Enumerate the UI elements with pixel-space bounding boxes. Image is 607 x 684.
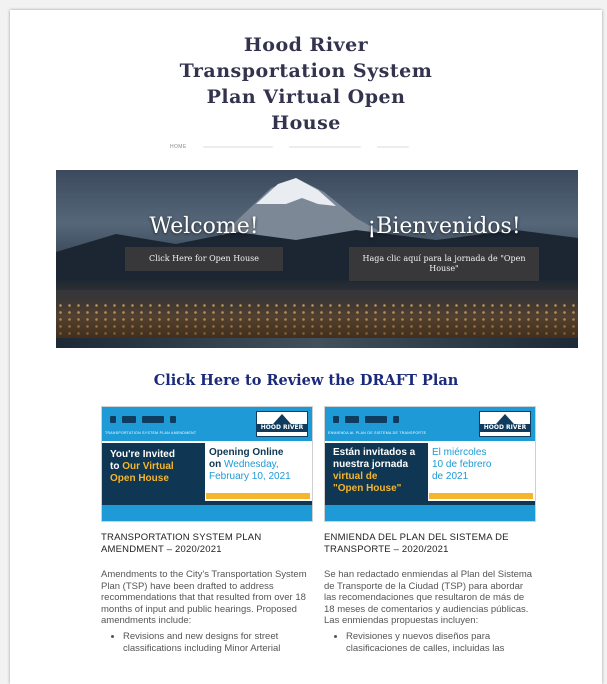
- hero-banner: Welcome! Click Here for Open House ¡Bien…: [56, 170, 578, 348]
- open-house-flyer-es[interactable]: ENMIENDA AL PLAN DE SISTEMA DE TRANSPORT…: [324, 406, 536, 522]
- flyer-invite: You're Invited to Our Virtual Open House: [102, 443, 205, 501]
- open-house-button-es[interactable]: Haga clic aquí para la jornada de "Open …: [349, 247, 539, 281]
- card-text: Se han redactado enmiendas al Plan del S…: [324, 569, 533, 627]
- invite-line: to Our Virtual: [110, 461, 205, 473]
- flyer-footer: [325, 501, 535, 521]
- mountain-icon: [496, 414, 514, 424]
- logo-text: HOOD RIVER: [257, 424, 307, 432]
- bike-icon: [110, 416, 116, 423]
- bus-icon: [142, 416, 164, 423]
- flyer-header: TRANSPORTATION SYSTEM PLAN AMENDMENT HOO…: [102, 407, 312, 441]
- list-item: Revisions and new designs for street cla…: [123, 631, 311, 654]
- open-house-flyer[interactable]: TRANSPORTATION SYSTEM PLAN AMENDMENT HOO…: [101, 406, 313, 522]
- date-line: on Wednesday,: [209, 459, 309, 471]
- amendment-list: Revisions and new designs for street cla…: [101, 631, 311, 654]
- hood-river-logo: HOOD RIVER: [256, 411, 308, 437]
- nav-item-placeholder[interactable]: [202, 146, 273, 148]
- card-text: Amendments to the City's Transportation …: [101, 569, 307, 627]
- invite-line: You're Invited: [110, 449, 175, 460]
- invite-line: nuestra jornada: [333, 459, 409, 470]
- flyer-subtitle: TRANSPORTATION SYSTEM PLAN AMENDMENT: [105, 431, 197, 435]
- bus-icon: [365, 416, 387, 423]
- pedestrian-icon: [170, 416, 176, 423]
- nav-item-home[interactable]: HOME: [170, 144, 187, 150]
- welcome-heading: Welcome!: [149, 214, 259, 239]
- car-icon: [345, 416, 359, 423]
- hero-english: Welcome! Click Here for Open House: [114, 214, 294, 271]
- card-english: TRANSPORTATION SYSTEM PLAN AMENDMENT HOO…: [101, 406, 313, 654]
- invite-line: Open House: [110, 473, 169, 484]
- flyer-invite: Están invitados a nuestra jornada virtua…: [325, 443, 428, 501]
- site-title-line: Transportation System: [179, 60, 433, 82]
- date-line: El miércoles: [432, 447, 487, 458]
- card-body: Amendments to the City's Transportation …: [101, 569, 311, 654]
- bike-icon: [333, 416, 339, 423]
- open-house-button[interactable]: Click Here for Open House: [125, 247, 283, 271]
- flyer-footer: [102, 501, 312, 521]
- date-text: on: [209, 459, 224, 470]
- flyer-subtitle: ENMIENDA AL PLAN DE SISTEMA DE TRANSPORT…: [328, 431, 427, 435]
- site-title-line: Plan Virtual Open: [206, 86, 406, 108]
- car-icon: [122, 416, 136, 423]
- flyer-strip: [429, 493, 533, 499]
- date-highlight: Wednesday,: [224, 459, 279, 470]
- invite-line: Están invitados a: [333, 447, 416, 458]
- flyer-date: El miércoles 10 de febrero de 2021: [432, 447, 532, 483]
- hero-spanish: ¡Bienvenidos! Haga clic aquí para la jor…: [344, 214, 544, 281]
- card-body: Se han redactado enmiendas al Plan del S…: [324, 569, 534, 654]
- nav-item-placeholder[interactable]: [376, 146, 409, 148]
- flyer-header: ENMIENDA AL PLAN DE SISTEMA DE TRANSPORT…: [325, 407, 535, 441]
- invite-text: to: [110, 461, 123, 472]
- site-title-line: House: [271, 112, 341, 134]
- invite-line: "Open House": [333, 483, 402, 494]
- flyer-date: Opening Online on Wednesday, February 10…: [209, 447, 309, 483]
- flyer-strip: [206, 493, 310, 499]
- nav-item-placeholder[interactable]: [288, 146, 361, 148]
- review-draft-plan-link[interactable]: Click Here to Review the DRAFT Plan: [10, 372, 602, 389]
- date-line: de 2021: [432, 471, 469, 482]
- site-title[interactable]: Hood River Transportation System Plan Vi…: [10, 32, 602, 136]
- amendment-list: Revisiones y nuevos diseños para clasifi…: [324, 631, 534, 654]
- card-title[interactable]: TRANSPORTATION SYSTEM PLAN AMENDMENT – 2…: [101, 532, 311, 556]
- main-nav: HOME: [170, 144, 460, 150]
- bienvenidos-heading: ¡Bienvenidos!: [367, 214, 521, 239]
- logo-text: HOOD RIVER: [480, 424, 530, 432]
- page: Hood River Transportation System Plan Vi…: [10, 10, 602, 684]
- site-title-line: Hood River: [243, 34, 369, 56]
- date-line: 10 de febrero: [432, 459, 492, 470]
- pedestrian-icon: [393, 416, 399, 423]
- date-line: February 10, 2021: [209, 471, 291, 482]
- card-title[interactable]: ENMIENDA DEL PLAN DEL SISTEMA DE TRANSPO…: [324, 532, 534, 556]
- hood-river-logo: HOOD RIVER: [479, 411, 531, 437]
- list-item: Revisiones y nuevos diseños para clasifi…: [346, 631, 534, 654]
- date-line: Opening Online: [209, 447, 284, 458]
- invite-line: virtual de: [333, 471, 378, 482]
- mountain-icon: [273, 414, 291, 424]
- card-spanish: ENMIENDA AL PLAN DE SISTEMA DE TRANSPORT…: [324, 406, 536, 654]
- river: [56, 338, 578, 348]
- invite-highlight: Our Virtual: [122, 461, 174, 472]
